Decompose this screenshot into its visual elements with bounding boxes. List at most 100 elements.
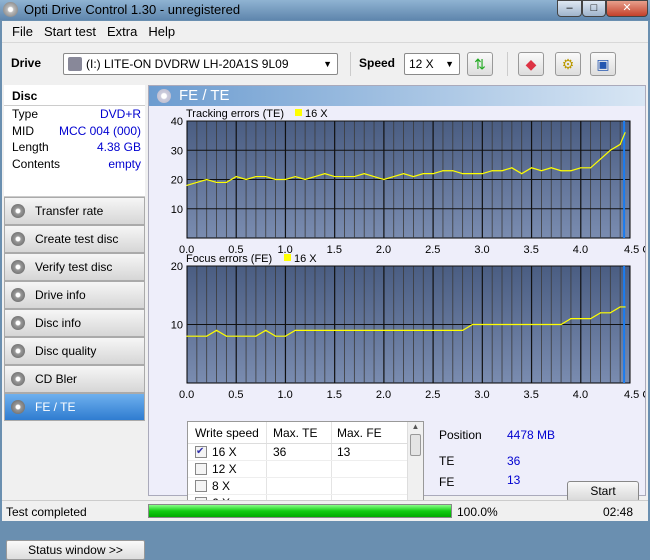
speed-label: Speed	[359, 56, 396, 70]
checkbox-16x[interactable]: ✔	[195, 446, 207, 458]
data-point	[580, 167, 582, 169]
close-button[interactable]: ✕	[606, 0, 648, 17]
speed-cell: 12 X	[212, 461, 237, 476]
drive-select[interactable]: (I:) LITE-ON DVDRW LH-20A1S 9L09 ▼	[63, 53, 338, 75]
data-point	[412, 175, 415, 178]
nav-create-test-disc[interactable]: Create test disc	[4, 225, 145, 253]
data-point	[402, 173, 405, 175]
menu-help[interactable]: Help	[144, 21, 182, 42]
nav-disc-quality[interactable]: Disc quality	[4, 337, 145, 365]
menu-file[interactable]: File	[8, 21, 40, 42]
disc-icon	[11, 344, 25, 358]
data-point	[501, 323, 503, 326]
data-point	[324, 329, 326, 331]
nav-cd-bler[interactable]: CD Bler	[4, 365, 145, 393]
x-tick-label: 4.5 GB	[624, 244, 645, 256]
maximize-button[interactable]: □	[582, 0, 606, 17]
x-tick-label: 1.5	[327, 244, 342, 256]
data-point	[314, 175, 316, 178]
minimize-button[interactable]: –	[557, 0, 582, 17]
y-tick-label: 30	[171, 145, 183, 157]
checkbox-12x[interactable]	[195, 463, 207, 475]
scroll-up-icon[interactable]: ▲	[408, 422, 423, 431]
nav-label: CD Bler	[35, 372, 78, 386]
data-point	[462, 173, 464, 175]
data-point	[452, 329, 454, 331]
app-window: File Start test Extra Help Drive (I:) LI…	[2, 21, 648, 560]
erase-button[interactable]: ◆	[518, 52, 544, 76]
x-tick-label: 2.5	[425, 389, 440, 401]
max-fe-cell: 13	[337, 445, 351, 459]
data-point	[235, 335, 237, 337]
data-point	[206, 178, 208, 181]
data-point	[560, 323, 562, 326]
progress-fill	[149, 505, 451, 517]
nav-disc-info[interactable]: Disc info	[4, 309, 145, 337]
nav-label: Create test disc	[35, 232, 119, 246]
y-tick-label: 40	[171, 116, 183, 128]
speed-cell: 16 X	[212, 444, 237, 459]
nav-verify-test-disc[interactable]: Verify test disc	[4, 253, 145, 281]
x-tick-label: 4.5 GB	[624, 389, 645, 401]
data-point	[343, 175, 346, 178]
progress-bar	[148, 504, 452, 518]
menu-bar: File Start test Extra Help	[2, 21, 648, 43]
nav-fe-te[interactable]: FE / TE	[4, 393, 145, 421]
data-point	[294, 175, 296, 178]
disc-value: MCC 004 (000)	[58, 123, 141, 138]
disc-row-mid: MID MCC 004 (000)	[4, 123, 145, 140]
col-write-speed[interactable]: Write speed	[188, 422, 267, 443]
progress-label: 100.0%	[457, 505, 498, 519]
data-point	[215, 181, 218, 184]
te-value: 36	[507, 454, 521, 468]
fe-chart-title: Focus errors (FE)	[186, 253, 272, 265]
speed-value: 12 X	[409, 57, 434, 71]
x-tick-label: 2.0	[376, 389, 391, 401]
refresh-button[interactable]: ⇅	[467, 52, 493, 76]
te-label: TE	[439, 454, 455, 468]
data-point	[334, 175, 336, 178]
nav-drive-info[interactable]: Drive info	[4, 281, 145, 309]
nav-label: Disc quality	[35, 344, 97, 358]
nav-label: FE / TE	[35, 400, 76, 414]
speed-select[interactable]: 12 X ▼	[404, 53, 460, 75]
x-tick-label: 3.0	[474, 244, 489, 256]
disc-icon	[11, 232, 25, 246]
y-tick-label: 20	[171, 261, 183, 273]
disc-icon	[11, 204, 25, 218]
data-point	[225, 181, 227, 184]
data-point	[196, 181, 198, 184]
speed-cell: 8 X	[212, 478, 231, 493]
checkbox-8x[interactable]	[195, 480, 207, 492]
menu-start-test[interactable]: Start test	[40, 21, 103, 42]
col-max-fe[interactable]: Max. FE	[332, 422, 397, 443]
x-tick-label: 2.0	[376, 244, 391, 256]
data-point	[452, 170, 454, 172]
x-tick-label: 0.0	[179, 389, 194, 401]
x-tick-label: 2.5	[425, 244, 440, 256]
scroll-thumb[interactable]	[410, 434, 421, 456]
data-point	[255, 175, 257, 178]
charts: Tracking errors (TE) 16 X 10 20 30 40 0.0 0.5…	[171, 108, 645, 401]
disc-row-length: Length 4.38 GB	[4, 139, 145, 156]
y-tick-label: 10	[171, 204, 183, 216]
data-point	[206, 335, 208, 337]
save-button[interactable]: ▣	[590, 52, 616, 76]
gears-icon: ⚙	[561, 56, 575, 72]
status-window-button[interactable]: Status window >>	[6, 540, 145, 560]
app-disc-icon	[3, 2, 18, 17]
status-bar: Test completed 100.0% 02:48	[2, 500, 648, 521]
menu-extra[interactable]: Extra	[103, 21, 144, 42]
table-scrollbar[interactable]: ▲ ▼	[407, 422, 423, 512]
fe-label: FE	[439, 475, 455, 489]
disc-icon	[11, 400, 25, 414]
data-point	[550, 323, 552, 326]
data-point	[304, 178, 306, 181]
col-max-te[interactable]: Max. TE	[267, 422, 332, 443]
data-point	[245, 178, 247, 181]
start-button[interactable]: Start	[567, 481, 639, 502]
settings-button[interactable]: ⚙	[555, 52, 581, 76]
data-point	[471, 323, 474, 326]
data-point	[353, 329, 355, 331]
nav-transfer-rate[interactable]: Transfer rate	[4, 197, 145, 225]
